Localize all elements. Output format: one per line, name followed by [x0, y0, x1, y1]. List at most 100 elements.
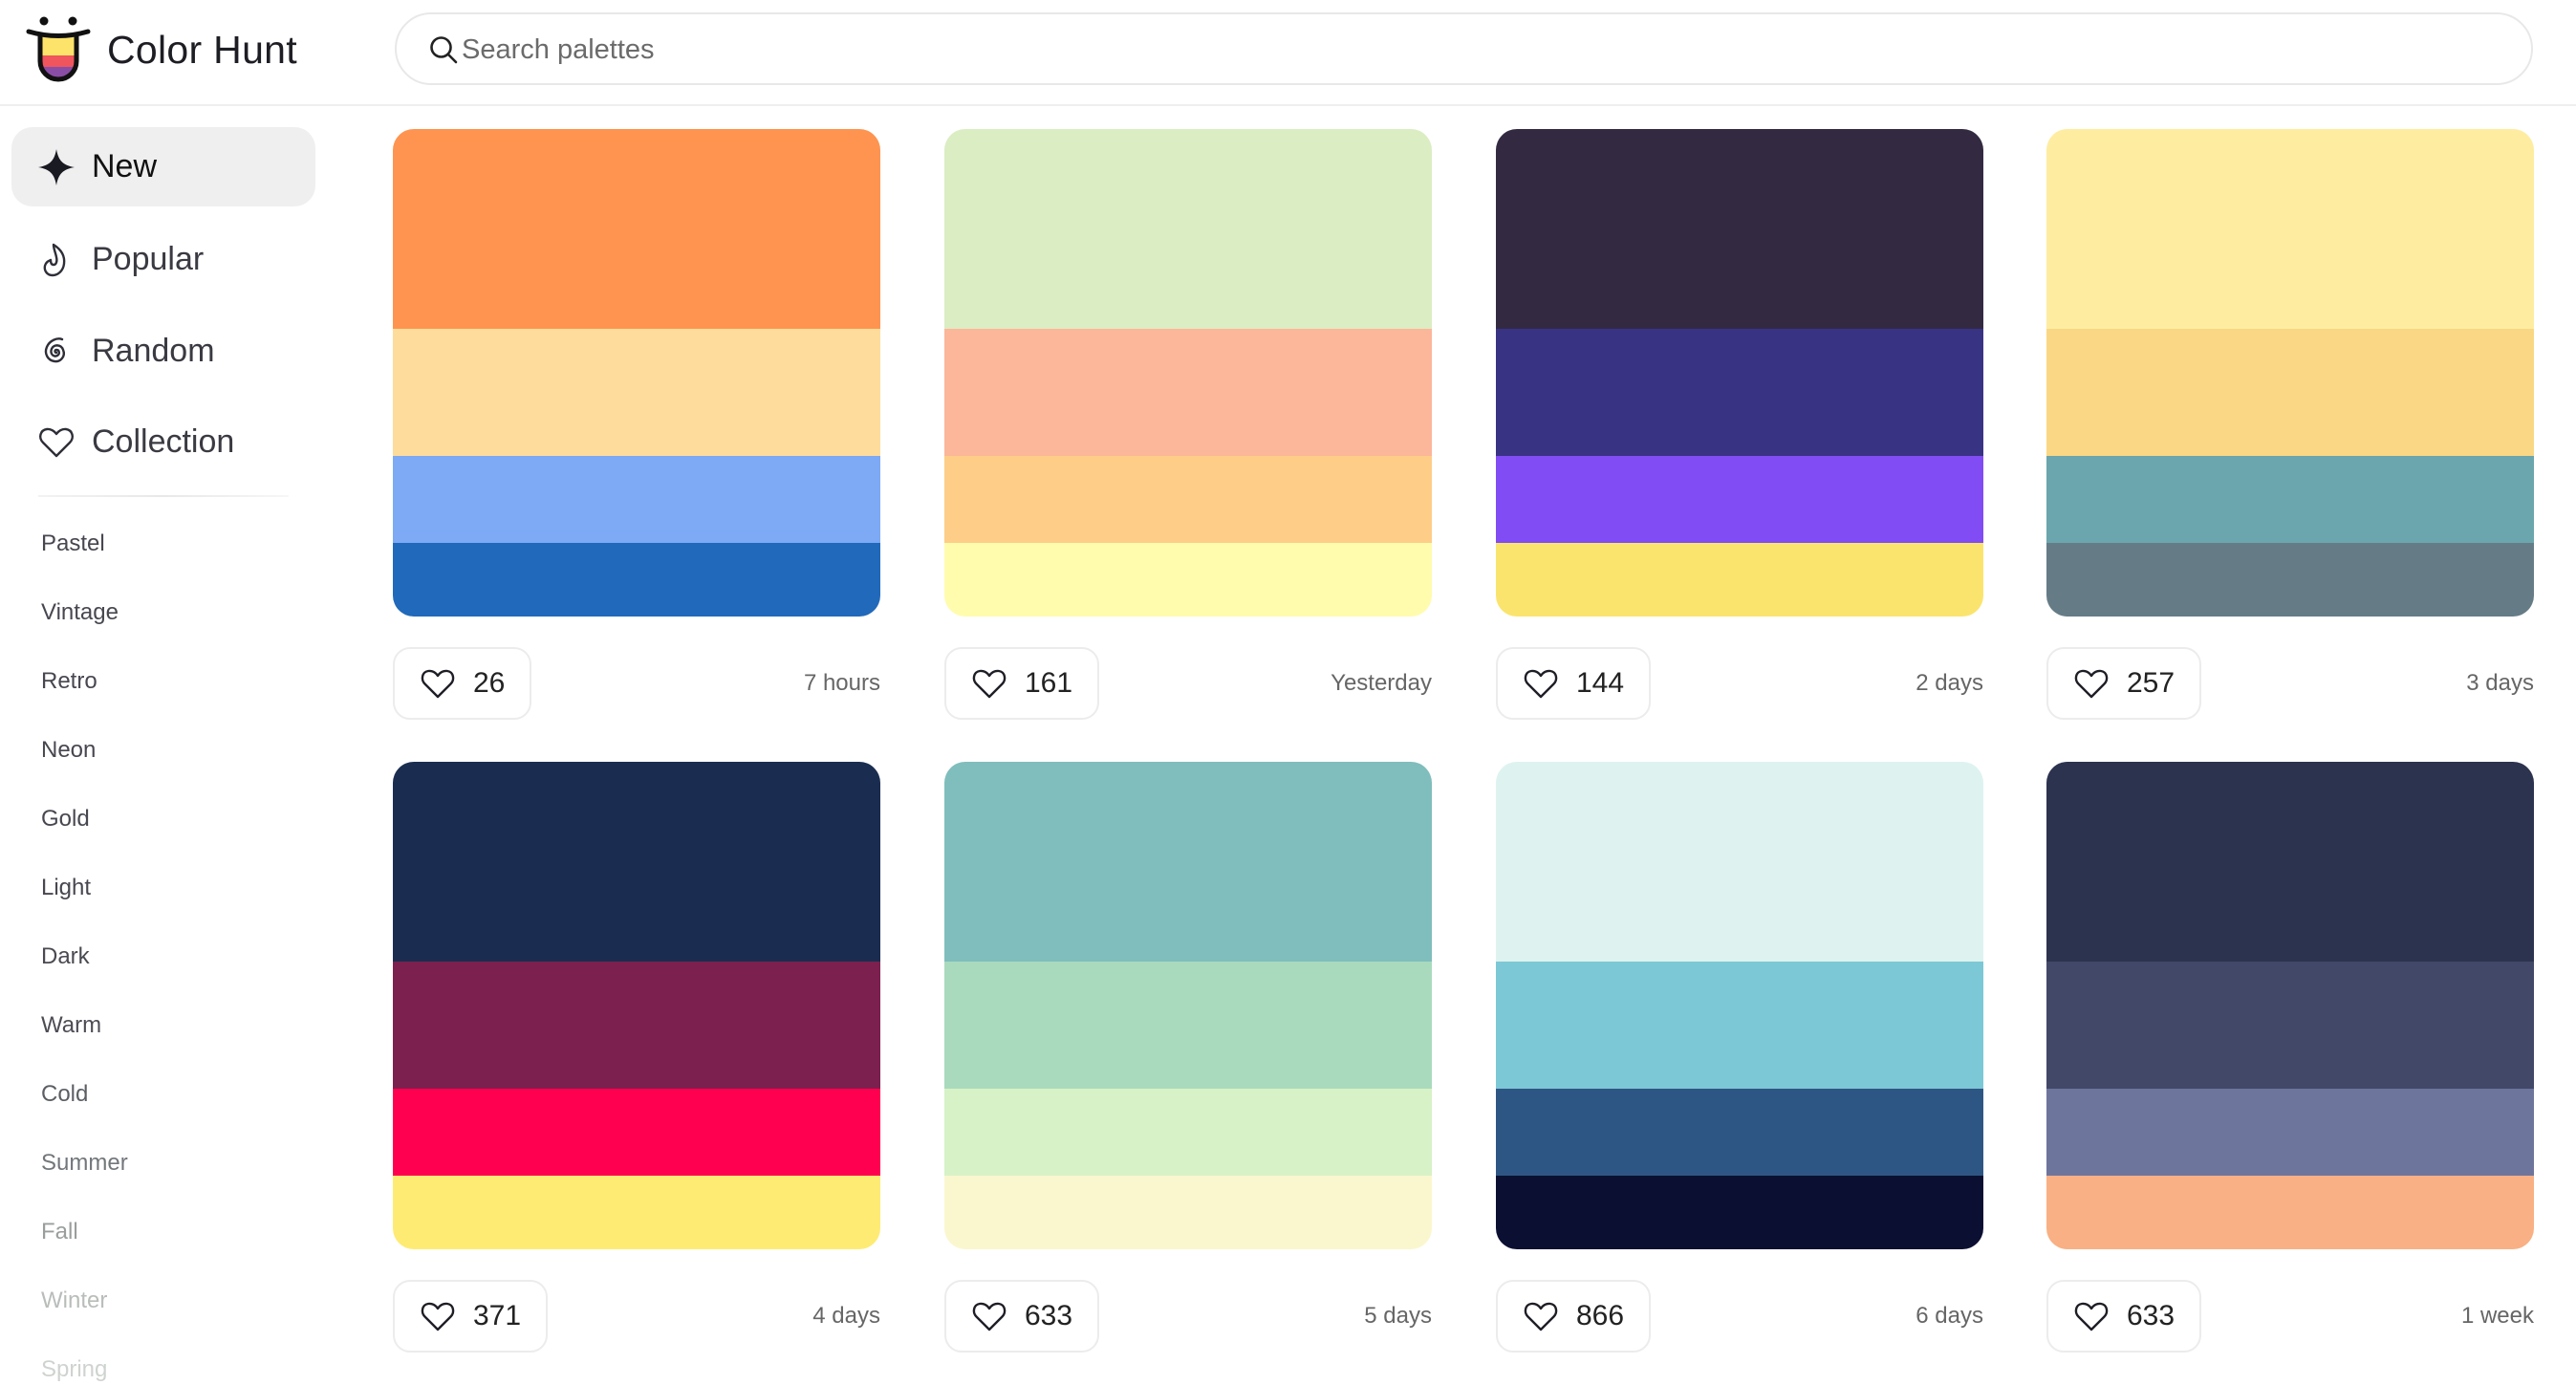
- color-band[interactable]: [393, 455, 880, 544]
- palette-swatch[interactable]: [2046, 762, 2534, 1249]
- sidebar-tag-retro[interactable]: Retro: [41, 667, 97, 696]
- color-band[interactable]: [393, 762, 880, 963]
- color-band[interactable]: [393, 962, 880, 1089]
- color-band[interactable]: [2046, 329, 2534, 456]
- like-count: 161: [1025, 667, 1073, 699]
- color-band[interactable]: [1496, 543, 1983, 617]
- sidebar-tag-dark[interactable]: Dark: [41, 942, 90, 971]
- search-bar[interactable]: [395, 12, 2533, 85]
- like-button[interactable]: 144: [1496, 647, 1652, 720]
- color-band[interactable]: [944, 762, 1432, 963]
- sidebar-item-collection[interactable]: Collection: [11, 402, 315, 482]
- color-band[interactable]: [2046, 129, 2534, 330]
- like-count: 144: [1576, 667, 1625, 699]
- heart-icon: [420, 667, 456, 700]
- sidebar-item-label: Popular: [92, 241, 205, 277]
- color-band[interactable]: [393, 1176, 880, 1249]
- heart-icon: [1523, 1300, 1559, 1332]
- sidebar-item-label: Random: [92, 333, 215, 369]
- color-band[interactable]: [1496, 962, 1983, 1089]
- sidebar-tag-summer[interactable]: Summer: [41, 1149, 128, 1178]
- like-button[interactable]: 257: [2046, 647, 2202, 720]
- like-count: 633: [2127, 1300, 2176, 1331]
- color-band[interactable]: [1496, 455, 1983, 544]
- sidebar-tag-gold[interactable]: Gold: [41, 805, 90, 833]
- color-band[interactable]: [2046, 1176, 2534, 1249]
- color-band[interactable]: [393, 329, 880, 456]
- spiral-icon: [44, 337, 65, 363]
- sparkle-icon: [38, 149, 75, 185]
- sidebar-item-new[interactable]: New: [11, 127, 315, 206]
- sidebar-tag-light[interactable]: Light: [41, 874, 91, 902]
- palette-timestamp: 5 days: [1364, 1303, 1432, 1329]
- palette-swatch[interactable]: [944, 129, 1432, 617]
- flame-icon: [43, 243, 66, 277]
- color-band[interactable]: [393, 543, 880, 617]
- palette-timestamp: 2 days: [1916, 670, 1983, 696]
- like-button[interactable]: 371: [393, 1280, 549, 1353]
- sidebar-tag-spring[interactable]: Spring: [41, 1355, 107, 1384]
- heart-icon: [420, 1300, 456, 1332]
- sidebar-item-label: New: [92, 148, 158, 184]
- color-band[interactable]: [393, 1088, 880, 1177]
- sidebar-tag-vintage[interactable]: Vintage: [41, 598, 119, 627]
- palette-swatch[interactable]: [944, 762, 1432, 1249]
- color-band[interactable]: [944, 129, 1432, 330]
- color-band[interactable]: [944, 962, 1432, 1089]
- sidebar-tag-warm[interactable]: Warm: [41, 1011, 101, 1040]
- sidebar-tag-fall[interactable]: Fall: [41, 1218, 78, 1246]
- like-count: 257: [2127, 667, 2176, 699]
- palette-timestamp: 7 hours: [803, 670, 880, 696]
- palette-timestamp: 4 days: [812, 1303, 880, 1329]
- sidebar-item-random[interactable]: Random: [11, 312, 315, 391]
- palette-swatch[interactable]: [1496, 129, 1983, 617]
- color-band[interactable]: [2046, 1088, 2534, 1177]
- sidebar-item-label: Collection: [92, 423, 235, 460]
- like-button[interactable]: 26: [393, 647, 532, 720]
- color-band[interactable]: [2046, 543, 2534, 617]
- color-band[interactable]: [2046, 455, 2534, 544]
- search-icon: [430, 36, 458, 64]
- color-band[interactable]: [944, 1088, 1432, 1177]
- like-count: 26: [473, 667, 506, 699]
- color-band[interactable]: [393, 129, 880, 330]
- palette-timestamp: 3 days: [2466, 670, 2534, 696]
- sidebar-divider: [38, 495, 289, 497]
- brand-name[interactable]: Color Hunt: [107, 23, 297, 76]
- color-band[interactable]: [1496, 129, 1983, 330]
- palette-timestamp: 1 week: [2460, 1303, 2534, 1329]
- heart-icon: [1523, 667, 1559, 700]
- palette-swatch[interactable]: [393, 762, 880, 1249]
- color-band[interactable]: [2046, 962, 2534, 1089]
- palette-timestamp: 6 days: [1916, 1303, 1983, 1329]
- sidebar: New Popular Random Collection Pastel Vint…: [0, 105, 344, 1385]
- sidebar-tag-winter[interactable]: Winter: [41, 1287, 107, 1315]
- like-count: 633: [1025, 1300, 1073, 1331]
- color-band[interactable]: [1496, 1088, 1983, 1177]
- sidebar-item-popular[interactable]: Popular: [11, 220, 315, 299]
- color-band[interactable]: [1496, 1176, 1983, 1249]
- color-band[interactable]: [2046, 762, 2534, 963]
- heart-icon: [2073, 667, 2110, 700]
- color-band[interactable]: [1496, 762, 1983, 963]
- like-button[interactable]: 161: [944, 647, 1100, 720]
- search-input[interactable]: [460, 26, 2471, 74]
- heart-icon: [39, 427, 74, 458]
- like-button[interactable]: 633: [2046, 1280, 2202, 1353]
- color-band[interactable]: [944, 329, 1432, 456]
- like-button[interactable]: 633: [944, 1280, 1100, 1353]
- sidebar-tag-pastel[interactable]: Pastel: [41, 530, 105, 558]
- palette-swatch[interactable]: [393, 129, 880, 617]
- color-band[interactable]: [944, 1176, 1432, 1249]
- color-band[interactable]: [944, 543, 1432, 617]
- color-band[interactable]: [944, 455, 1432, 544]
- color-band[interactable]: [1496, 329, 1983, 456]
- palette-swatch[interactable]: [2046, 129, 2534, 617]
- color-hunt-logo-icon[interactable]: [25, 13, 92, 82]
- palette-timestamp: Yesterday: [1331, 670, 1432, 696]
- like-count: 866: [1576, 1300, 1625, 1331]
- sidebar-tag-cold[interactable]: Cold: [41, 1080, 88, 1109]
- like-button[interactable]: 866: [1496, 1280, 1652, 1353]
- palette-swatch[interactable]: [1496, 762, 1983, 1249]
- sidebar-tag-neon[interactable]: Neon: [41, 736, 96, 765]
